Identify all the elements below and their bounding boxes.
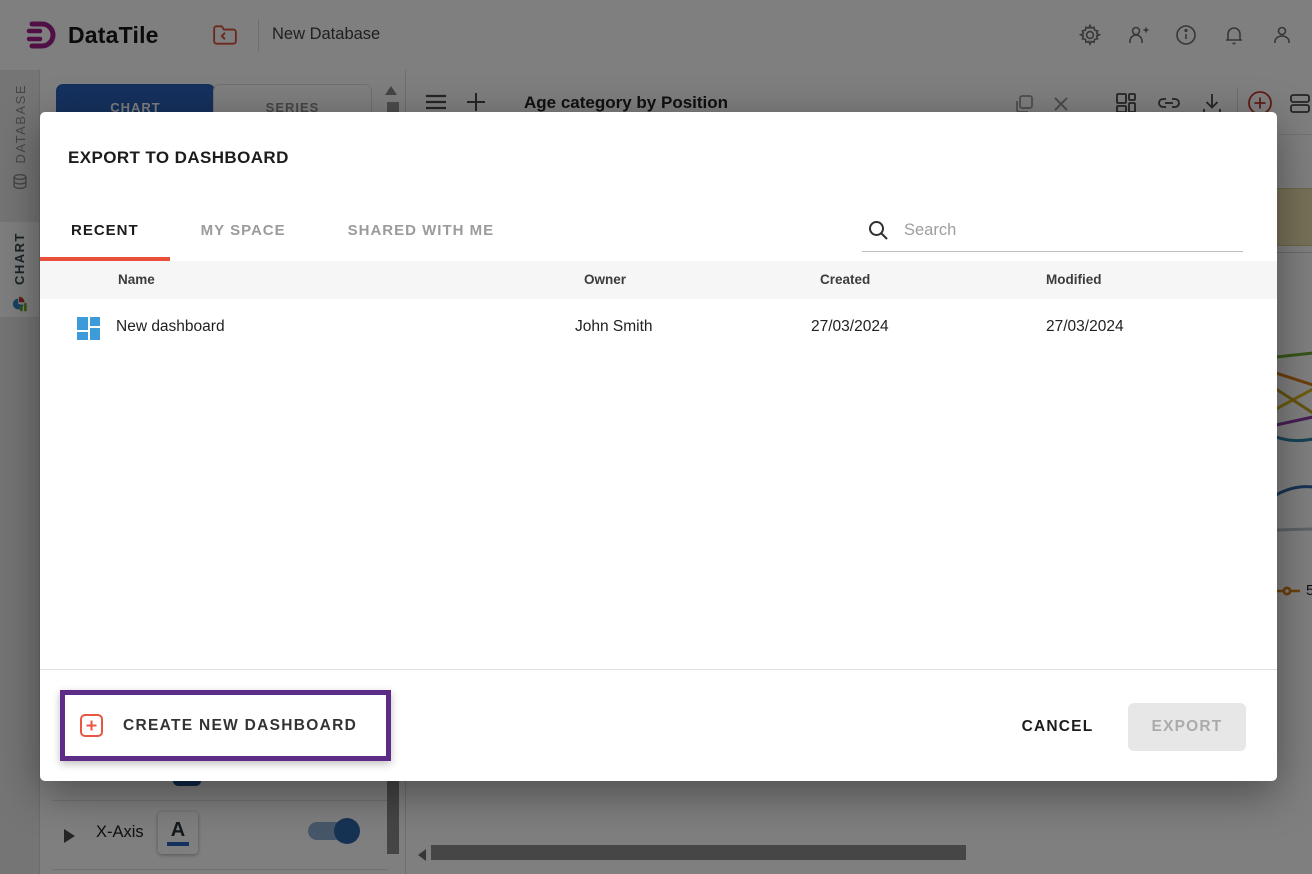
column-header-owner: Owner (584, 272, 626, 287)
export-button[interactable]: EXPORT (1128, 703, 1246, 751)
search-icon (866, 218, 890, 242)
dashboard-tile-icon (77, 316, 103, 342)
table-row[interactable]: New dashboard John Smith 27/03/2024 27/0… (40, 299, 1277, 359)
table-header: Name Owner Created Modified (40, 261, 1277, 299)
column-header-name: Name (118, 272, 155, 287)
app-screen: DataTile New Database (0, 0, 1312, 874)
add-square-icon (79, 713, 104, 738)
search-input[interactable] (904, 216, 1234, 244)
create-new-dashboard-label: CREATE NEW DASHBOARD (123, 717, 357, 735)
column-header-created: Created (820, 272, 870, 287)
row-owner: John Smith (575, 318, 653, 336)
footer-divider (40, 669, 1277, 670)
modal-tabs: RECENT MY SPACE SHARED WITH ME (40, 204, 525, 261)
modal-title: EXPORT TO DASHBOARD (68, 148, 289, 168)
tab-my-space[interactable]: MY SPACE (170, 204, 317, 261)
row-modified: 27/03/2024 (1046, 318, 1124, 336)
export-to-dashboard-modal: EXPORT TO DASHBOARD RECENT MY SPACE SHAR… (40, 112, 1277, 781)
tab-shared-with-me[interactable]: SHARED WITH ME (317, 204, 526, 261)
row-name: New dashboard (116, 318, 225, 336)
annotation-highlight-box: CREATE NEW DASHBOARD (60, 690, 391, 761)
cancel-button[interactable]: CANCEL (995, 703, 1120, 751)
search-box (862, 212, 1243, 252)
column-header-modified: Modified (1046, 272, 1102, 287)
row-created: 27/03/2024 (811, 318, 889, 336)
tab-recent[interactable]: RECENT (40, 204, 170, 261)
create-new-dashboard-button[interactable]: CREATE NEW DASHBOARD (65, 695, 386, 756)
